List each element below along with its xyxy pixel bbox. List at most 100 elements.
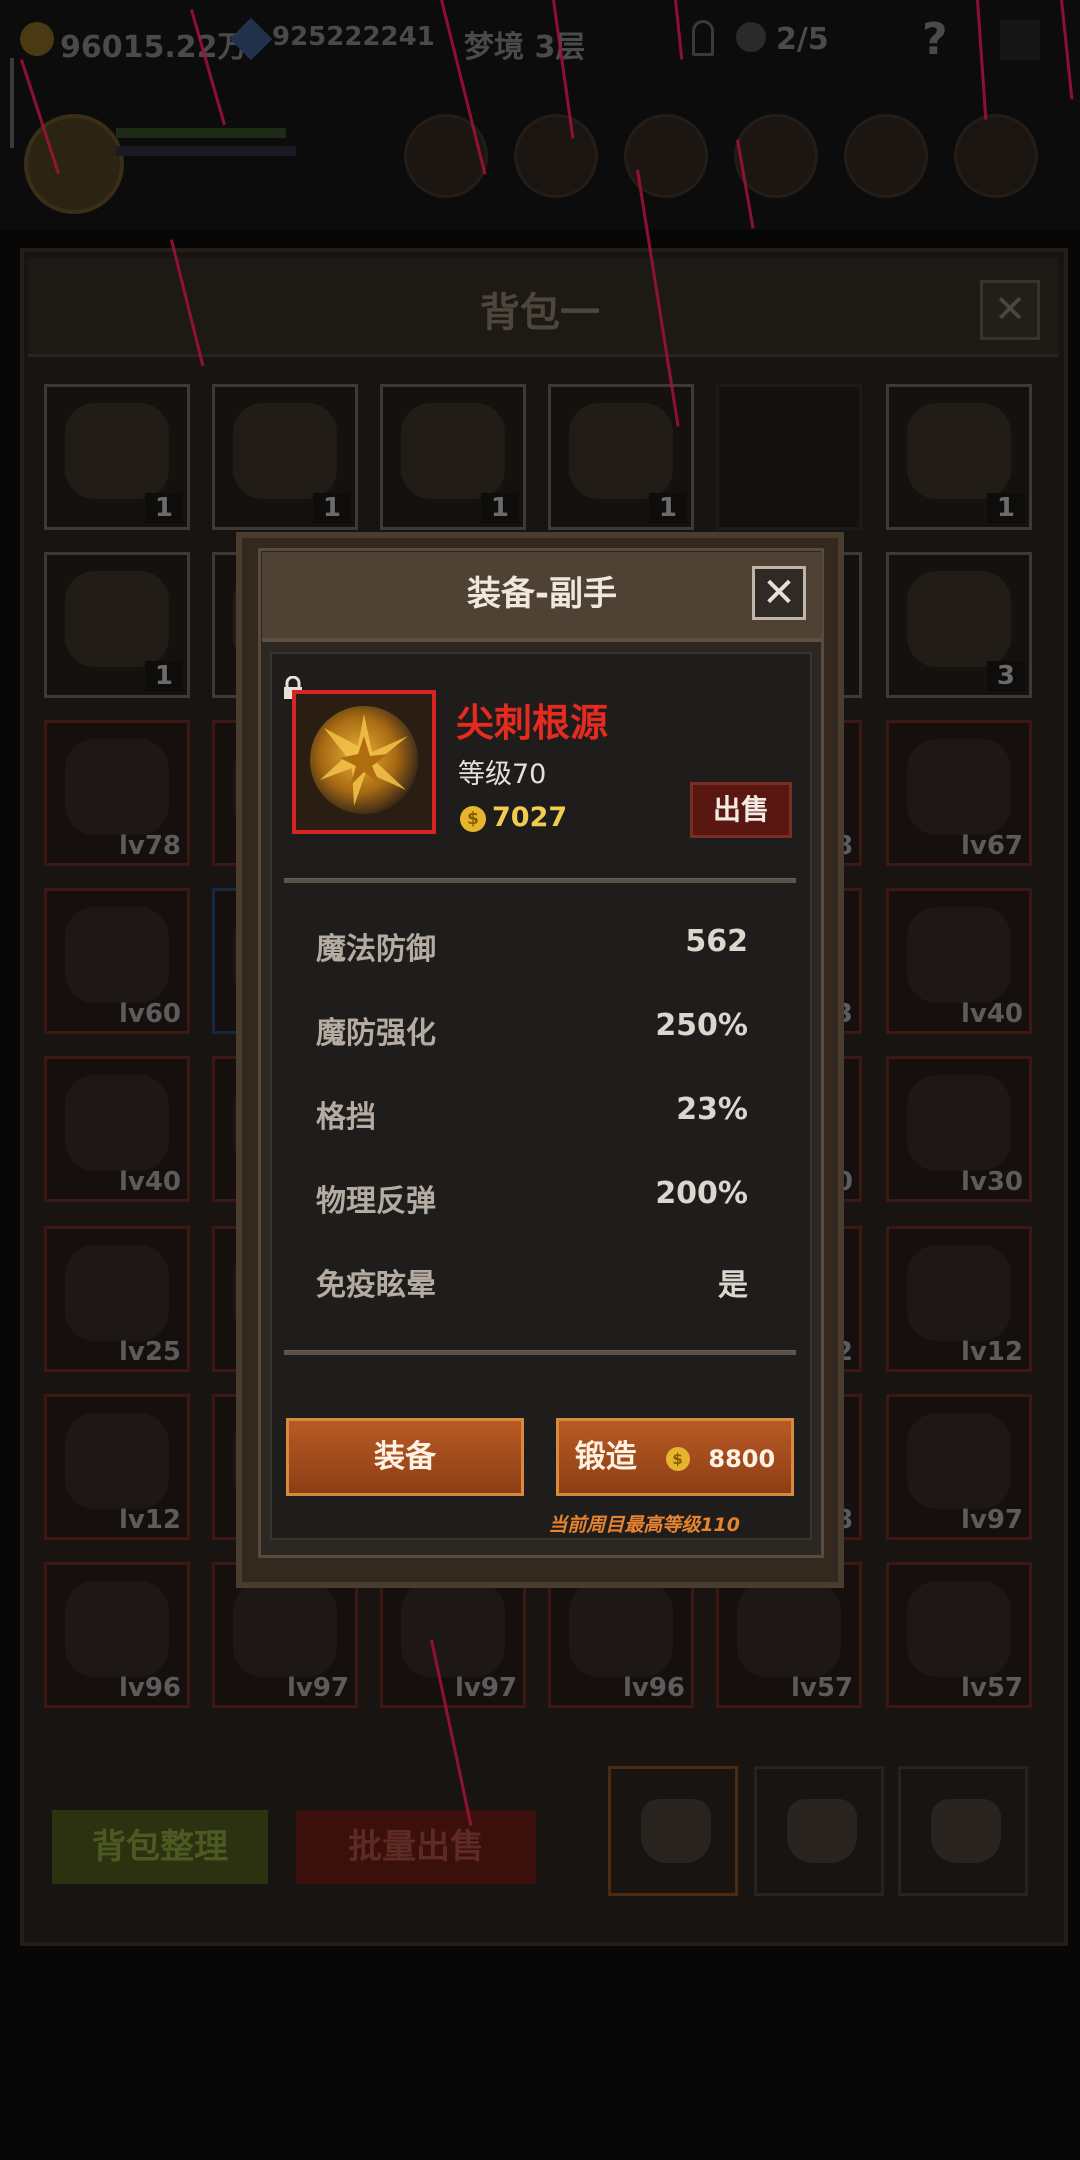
bag-tab-3[interactable]: [898, 1766, 1028, 1896]
emerald-ring-icon: [65, 907, 169, 1003]
sell-button[interactable]: 出售: [690, 782, 792, 838]
inventory-slot[interactable]: lv78: [44, 720, 190, 866]
equip-button[interactable]: 装备: [286, 1418, 524, 1496]
purple-hood-icon: [907, 1075, 1011, 1171]
cake-icon: [65, 403, 169, 499]
cheese-icon: [907, 403, 1011, 499]
bag-close-button[interactable]: ✕: [980, 280, 1040, 340]
stat-value: 250%: [655, 1008, 748, 1043]
item-level-label: lv40: [960, 999, 1023, 1029]
inventory-slot[interactable]: lv12: [886, 1226, 1032, 1372]
stat-label: 物理反弹: [316, 1184, 436, 1219]
item-count: 1: [312, 493, 351, 523]
inventory-slot[interactable]: 1: [212, 384, 358, 530]
item-name: 尖刺根源: [456, 701, 609, 745]
inventory-slot[interactable]: 3: [886, 552, 1032, 698]
trident-icon: [907, 907, 1011, 1003]
inventory-slot[interactable]: 1: [380, 384, 526, 530]
empty-slot[interactable]: [716, 384, 862, 530]
item-level-label: lv97: [454, 1673, 517, 1703]
stat-value: 562: [685, 924, 748, 959]
inventory-slot[interactable]: 1: [44, 384, 190, 530]
help-icon[interactable]: ?: [922, 14, 948, 65]
inventory-slot[interactable]: lv97: [886, 1394, 1032, 1540]
bulk-sell-button[interactable]: 批量出售: [296, 1810, 536, 1884]
bag-tab-2[interactable]: [754, 1766, 884, 1896]
bag-title: 背包一: [480, 290, 600, 336]
item-count: 3: [986, 661, 1025, 691]
inventory-slot[interactable]: lv30: [886, 1056, 1032, 1202]
item-level-label: lv97: [960, 1505, 1023, 1535]
gem-amount: 925222241: [272, 22, 435, 52]
item-level-label: lv60: [118, 999, 181, 1029]
item-sell-price: 7027: [492, 802, 568, 833]
inventory-slot[interactable]: lv40: [44, 1056, 190, 1202]
inventory-slot[interactable]: 1: [886, 384, 1032, 530]
inventory-slot[interactable]: lv40: [886, 888, 1032, 1034]
item-level-label: lv96: [622, 1673, 685, 1703]
coin-icon: $: [665, 1446, 690, 1471]
stat-value: 200%: [655, 1176, 748, 1211]
organize-bag-button[interactable]: 背包整理: [52, 1810, 268, 1884]
inventory-slot[interactable]: lv67: [886, 720, 1032, 866]
inventory-slot[interactable]: lv96: [44, 1562, 190, 1708]
item-level-label: lv12: [118, 1505, 181, 1535]
item-level-label: lv57: [790, 1673, 853, 1703]
key-progress: 2/5: [776, 22, 829, 57]
forge-cost: 8800: [708, 1445, 776, 1473]
jade-ring-icon: [233, 1581, 337, 1677]
settings-icon[interactable]: [1000, 20, 1040, 60]
item-level-label: lv25: [118, 1337, 181, 1367]
inventory-slot[interactable]: lv12: [44, 1394, 190, 1540]
item-level-label: lv78: [118, 831, 181, 861]
inventory-slot[interactable]: 1: [44, 552, 190, 698]
hero-slot-5[interactable]: [844, 114, 928, 198]
gold-amount: 96015.22万: [60, 30, 248, 65]
item-level-label: lv96: [118, 1673, 181, 1703]
stat-label: 魔防强化: [316, 1016, 436, 1051]
stat-value: 23%: [676, 1092, 748, 1127]
silver-armor-icon: [907, 1581, 1011, 1677]
helmet-icon: [65, 1245, 169, 1341]
item-count: 1: [480, 493, 519, 523]
key-icon: [692, 20, 714, 56]
stat-label: 免疫眩晕: [316, 1268, 436, 1303]
skull-icon: [736, 22, 766, 52]
jade-ring-icon: [569, 1581, 673, 1677]
modal-close-button[interactable]: ✕: [752, 566, 806, 620]
inventory-slot[interactable]: lv60: [44, 888, 190, 1034]
item-level: 等级70: [458, 759, 547, 790]
item-count: 1: [144, 661, 183, 691]
inventory-slot[interactable]: lv25: [44, 1226, 190, 1372]
item-level-label: lv30: [960, 1167, 1023, 1197]
bag-tab-1[interactable]: [608, 1766, 738, 1896]
stat-label: 魔法防御: [316, 932, 436, 967]
spike-shards-icon: [320, 714, 408, 806]
dark-orb-icon: [907, 1413, 1011, 1509]
golden-armor-icon: [737, 1581, 841, 1677]
beer-mug-icon: [569, 403, 673, 499]
health-bar: [116, 128, 286, 138]
black-ring-icon: [907, 1245, 1011, 1341]
hero-slot-2[interactable]: [514, 114, 598, 198]
backpack-icon: [931, 1799, 1001, 1863]
black-ring-icon: [65, 1413, 169, 1509]
divider-top: [284, 878, 796, 883]
knight-helmet-icon: [401, 1581, 505, 1677]
item-level-label: lv40: [118, 1167, 181, 1197]
item-level-label: lv97: [286, 1673, 349, 1703]
backpack-icon: [641, 1799, 711, 1863]
item-level-label: lv12: [960, 1337, 1023, 1367]
coin-icon: $: [460, 806, 486, 832]
hero-slot-3[interactable]: [624, 114, 708, 198]
item-level-label: lv67: [960, 831, 1023, 861]
dream-level: 梦境 3层: [464, 30, 586, 65]
inventory-slot[interactable]: 1: [548, 384, 694, 530]
cake-icon: [233, 403, 337, 499]
hero-slot-6[interactable]: [954, 114, 1038, 198]
player-avatar[interactable]: [24, 114, 124, 214]
divider-bottom: [284, 1350, 796, 1355]
inventory-slot[interactable]: lv57: [886, 1562, 1032, 1708]
forge-button[interactable]: 锻造 $ 8800: [556, 1418, 794, 1496]
hero-slot-1[interactable]: [404, 114, 488, 198]
